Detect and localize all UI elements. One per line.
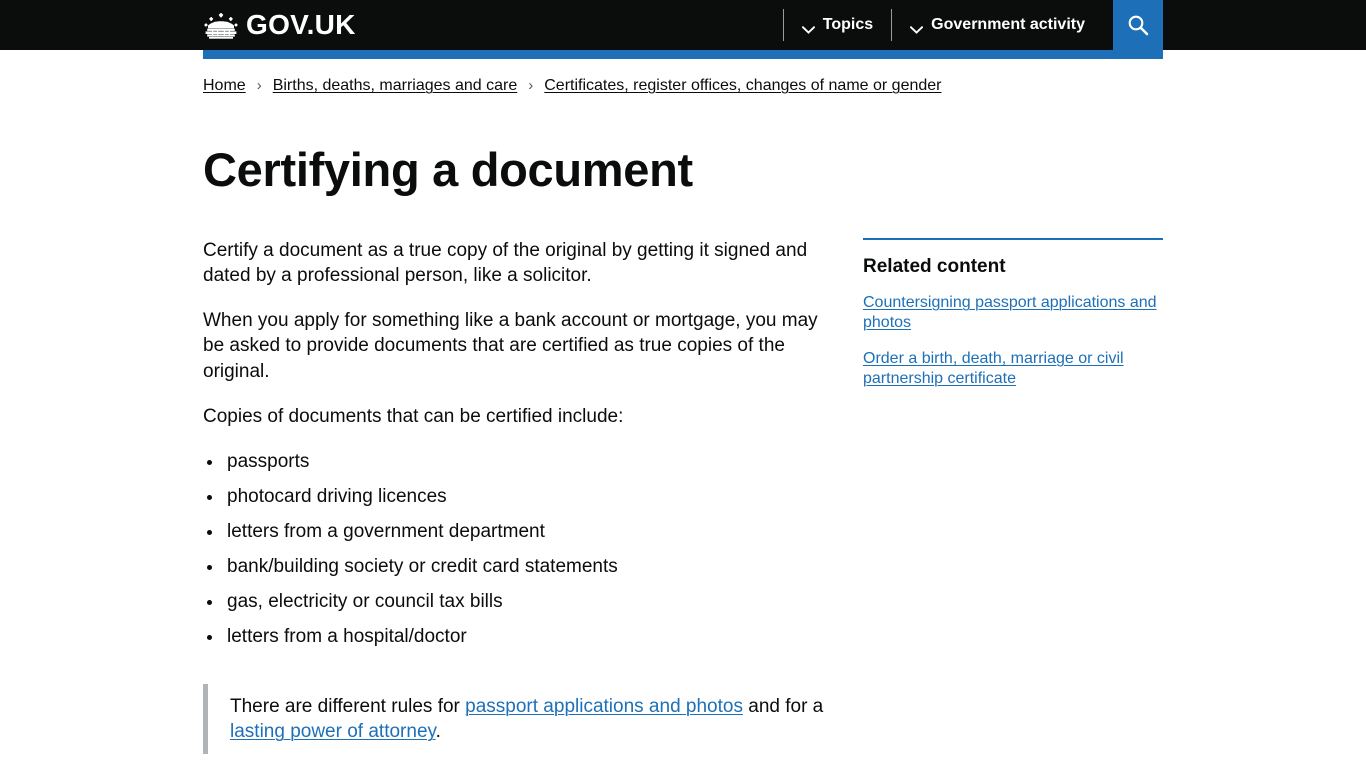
related-content-heading: Related content: [863, 256, 1006, 278]
related-link-countersigning-passport-applications-and-photos[interactable]: Countersigning passport applications and…: [863, 294, 1157, 331]
list-item: bank/building society or credit card sta…: [224, 554, 843, 579]
header-navigation: Topics Government activity: [782, 0, 1163, 50]
link-passport-applications-and-photos[interactable]: passport applications and photos: [465, 696, 743, 717]
chevron-down-icon: [801, 21, 816, 34]
inset-text-middle: and for a: [742, 696, 824, 718]
page-root: GOV.UK Topics Government activity Home ›…: [0, 0, 1366, 755]
intro-paragraph-2: When you apply for something like a bank…: [203, 310, 818, 382]
list-item: letters from a government department: [224, 519, 843, 544]
list-item: passports: [224, 449, 843, 474]
breadcrumb-item-home[interactable]: Home: [203, 76, 246, 96]
inset-text-after: .: [435, 721, 441, 743]
inset-paragraph: There are different rules for passport a…: [230, 694, 843, 744]
related-content-panel: Related content Countersigning passport …: [863, 238, 1163, 389]
related-link-order-a-birth-death-marriage-or-civil-partnership-certificate[interactable]: Order a birth, death, marriage or civil …: [863, 350, 1124, 387]
inset-text-before: There are different rules for: [230, 696, 466, 718]
nav-item-label: Government activity: [931, 16, 1085, 33]
list-lead-in-paragraph: Copies of documents that can be certifie…: [203, 405, 624, 427]
govuk-logo-text: GOV.UK: [246, 9, 356, 40]
nav-item-label: Topics: [822, 16, 874, 33]
breadcrumb-item-births-deaths-marriages-and-care[interactable]: Births, deaths, marriages and care: [273, 76, 518, 96]
search-button[interactable]: [1113, 0, 1163, 50]
breadcrumb-item-certificates-register-offices[interactable]: Certificates, register offices, changes …: [544, 76, 941, 96]
content-wrapper: Home › Births, deaths, marriages and car…: [203, 50, 1163, 755]
header-inner: GOV.UK Topics Government activity: [0, 0, 1366, 50]
nav-item-government-activity[interactable]: Government activity: [892, 0, 1103, 50]
header-accent-bar: [203, 50, 1163, 59]
related-content-list: Countersigning passport applications and…: [863, 293, 1163, 389]
nav-item-topics[interactable]: Topics: [784, 0, 891, 50]
main-content-column: Certify a document as a true copy of the…: [203, 238, 843, 755]
govuk-logo-link[interactable]: GOV.UK: [203, 0, 356, 50]
chevron-down-icon: [909, 21, 924, 34]
list-item: photocard driving licences: [224, 484, 843, 509]
list-item: gas, electricity or council tax bills: [224, 589, 843, 614]
crown-icon: [203, 12, 239, 39]
breadcrumb-separator-icon: ›: [528, 76, 534, 94]
list-item: letters from a hospital/doctor: [224, 624, 843, 649]
list-item: Order a birth, death, marriage or civil …: [863, 349, 1163, 389]
link-lasting-power-of-attorney[interactable]: lasting power of attorney: [230, 721, 436, 742]
content-columns: Certify a document as a true copy of the…: [203, 195, 1163, 755]
page-title: Certifying a document: [203, 143, 693, 196]
intro-paragraph-1: Certify a document as a true copy of the…: [203, 240, 808, 287]
certifiable-documents-list: passports photocard driving licences let…: [203, 449, 843, 649]
search-icon: [1127, 14, 1149, 36]
list-item: Countersigning passport applications and…: [863, 293, 1163, 333]
breadcrumb-separator-icon: ›: [256, 76, 262, 94]
site-header: GOV.UK Topics Government activity: [0, 0, 1366, 59]
inset-text: There are different rules for passport a…: [203, 684, 843, 755]
sidebar-column: Related content Countersigning passport …: [863, 238, 1163, 754]
